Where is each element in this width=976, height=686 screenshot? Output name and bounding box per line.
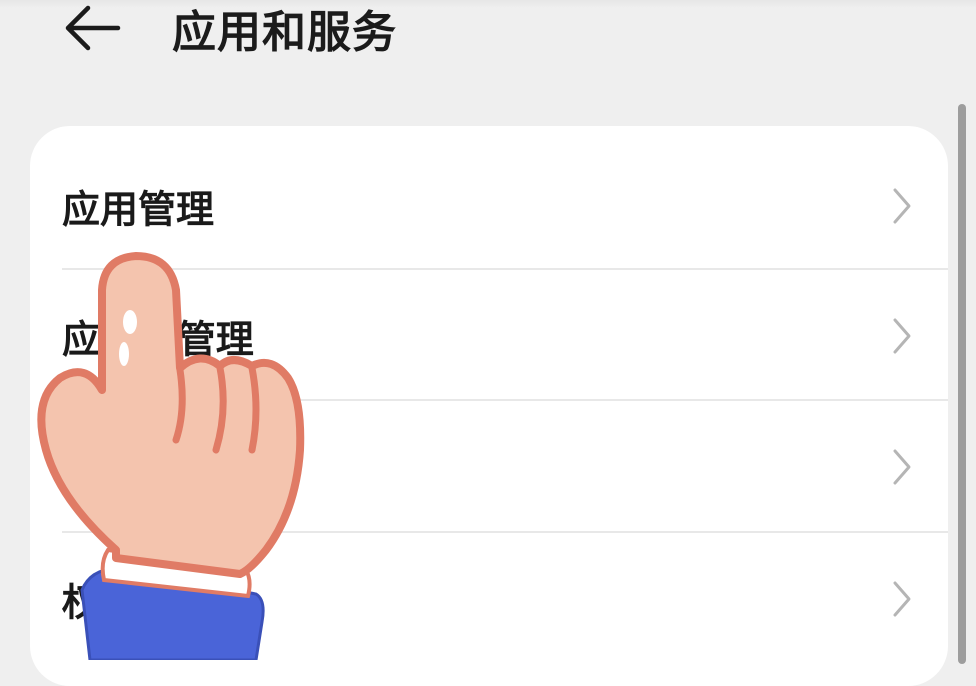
back-arrow-icon — [65, 5, 121, 51]
app-header: 应用和服务 — [0, 0, 976, 120]
menu-item-label: 应用管理 — [62, 187, 215, 232]
back-button[interactable] — [58, 0, 128, 58]
chevron-right-icon — [893, 581, 911, 617]
pointing-hand-icon — [37, 252, 305, 660]
scrollbar[interactable] — [958, 104, 966, 664]
chevron-right-icon — [893, 188, 911, 224]
page-title: 应用和服务 — [172, 7, 397, 58]
chevron-right-icon — [893, 318, 911, 354]
chevron-right-icon — [893, 449, 911, 485]
